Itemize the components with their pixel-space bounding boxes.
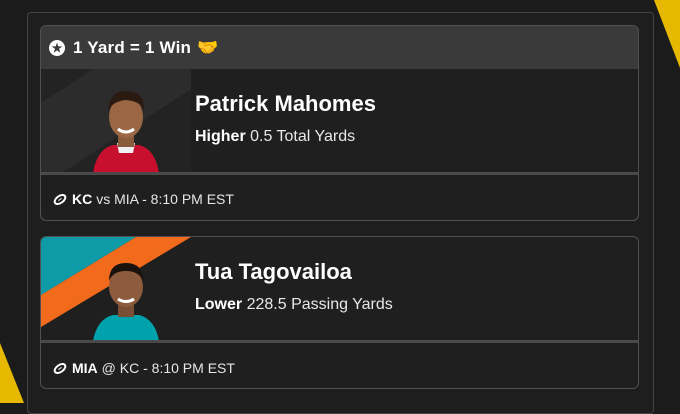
pick-stat-line: 228.5 Passing Yards: [246, 296, 393, 313]
divider: [41, 172, 638, 175]
team-abbr: MIA: [72, 360, 98, 376]
matchup-info: KC vs MIA - 8:10 PM EST: [51, 191, 234, 207]
pick-card-tagovailoa[interactable]: Tua Tagovailoa Lower 228.5 Passing Yards…: [40, 236, 639, 389]
pick-card-mahomes[interactable]: Patrick Mahomes Higher 0.5 Total Yards K…: [41, 69, 638, 220]
tagovailoa-avatar: [93, 263, 159, 341]
pick-direction: Higher: [195, 128, 246, 145]
matchup-text: @ KC - 8:10 PM EST: [101, 360, 235, 376]
pick-line: Lower 228.5 Passing Yards: [195, 296, 393, 314]
pick-line: Higher 0.5 Total Yards: [195, 128, 355, 146]
player-headshot: [41, 69, 191, 173]
promo-header: ★ 1 Yard = 1 Win 🤝: [41, 26, 638, 70]
football-icon: [51, 191, 69, 207]
handshake-icon: 🤝: [197, 38, 219, 57]
pick-direction: Lower: [195, 296, 243, 313]
player-name: Patrick Mahomes: [195, 91, 376, 116]
player-headshot: [41, 237, 191, 341]
corner-accent-top: [654, 0, 680, 68]
pick-stat-line: 0.5 Total Yards: [250, 128, 356, 145]
matchup-info: MIA @ KC - 8:10 PM EST: [51, 360, 235, 376]
team-abbr: KC: [72, 191, 93, 207]
player-name: Tua Tagovailoa: [195, 259, 352, 284]
divider: [41, 340, 638, 343]
matchup-text: vs MIA - 8:10 PM EST: [96, 191, 234, 207]
corner-accent-bottom: [0, 343, 24, 403]
football-icon: [51, 360, 69, 376]
promo-title: 1 Yard = 1 Win: [73, 38, 192, 57]
star-icon: ★: [49, 40, 65, 56]
mahomes-avatar: [93, 91, 159, 173]
